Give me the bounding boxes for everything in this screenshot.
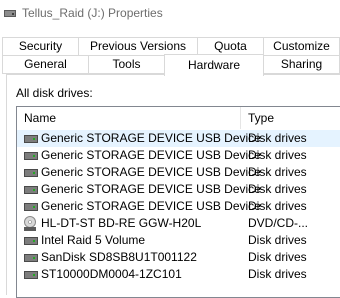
tab-customize[interactable]: Customize <box>263 37 340 56</box>
column-header-name[interactable]: Name <box>17 107 241 129</box>
disk-drive-icon <box>24 169 38 177</box>
row-name: Generic STORAGE DEVICE USB Device <box>41 165 261 179</box>
row-type: Disk drives <box>248 199 307 213</box>
row-type: Disk drives <box>248 182 307 196</box>
row-name: Generic STORAGE DEVICE USB Device <box>41 182 261 196</box>
row-name: Intel Raid 5 Volume <box>41 233 146 247</box>
row-name: Generic STORAGE DEVICE USB Device <box>41 131 261 145</box>
tab-security[interactable]: Security <box>2 37 79 56</box>
tab-hardware[interactable]: Hardware <box>164 54 264 76</box>
row-name: SanDisk SD8SB8U1T001122 <box>41 250 197 264</box>
window-title: Tellus_Raid (J:) Properties <box>22 6 163 20</box>
table-row[interactable]: Generic STORAGE DEVICE USB Device Disk d… <box>17 198 340 215</box>
column-header-type[interactable]: Type <box>242 107 274 129</box>
row-type: DVD/CD-... <box>248 216 308 230</box>
tab-sharing[interactable]: Sharing <box>263 55 340 74</box>
disk-drive-icon <box>24 135 38 143</box>
all-disk-drives-label: All disk drives: <box>16 86 93 100</box>
disk-drive-icon <box>24 186 38 194</box>
row-type: Disk drives <box>248 148 307 162</box>
disk-drives-list[interactable]: Name Type Generic STORAGE DEVICE USB Dev… <box>16 106 340 298</box>
row-type: Disk drives <box>248 250 307 264</box>
table-row[interactable]: Generic STORAGE DEVICE USB Device Disk d… <box>17 181 340 198</box>
tab-general[interactable]: General <box>2 55 89 74</box>
title-bar: Tellus_Raid (J:) Properties <box>0 0 340 30</box>
row-name: Generic STORAGE DEVICE USB Device <box>41 199 261 213</box>
disk-drive-icon <box>24 271 38 279</box>
row-type: Disk drives <box>248 165 307 179</box>
row-name: Generic STORAGE DEVICE USB Device <box>41 148 261 162</box>
optical-drive-icon <box>24 216 36 231</box>
table-row[interactable]: HL-DT-ST BD-RE GGW-H20L DVD/CD-... <box>17 215 340 232</box>
row-name: HL-DT-ST BD-RE GGW-H20L <box>41 216 202 230</box>
row-type: Disk drives <box>248 131 307 145</box>
drive-icon <box>4 10 16 17</box>
table-row[interactable]: Generic STORAGE DEVICE USB Device Disk d… <box>17 130 340 147</box>
row-type: Disk drives <box>248 233 307 247</box>
tab-tools[interactable]: Tools <box>88 55 165 74</box>
table-row[interactable]: SanDisk SD8SB8U1T001122 Disk drives <box>17 249 340 266</box>
disk-drive-icon <box>24 152 38 160</box>
table-row[interactable]: ST10000DM0004-1ZC101 Disk drives <box>17 266 340 283</box>
disk-drive-icon <box>24 237 38 245</box>
disk-drive-icon <box>24 203 38 211</box>
row-type: Disk drives <box>248 267 307 281</box>
disk-drive-icon <box>24 254 38 262</box>
row-name: ST10000DM0004-1ZC101 <box>41 267 182 281</box>
table-row[interactable]: Generic STORAGE DEVICE USB Device Disk d… <box>17 147 340 164</box>
list-header: Name Type <box>17 107 340 129</box>
table-row[interactable]: Generic STORAGE DEVICE USB Device Disk d… <box>17 164 340 181</box>
table-row[interactable]: Intel Raid 5 Volume Disk drives <box>17 232 340 249</box>
